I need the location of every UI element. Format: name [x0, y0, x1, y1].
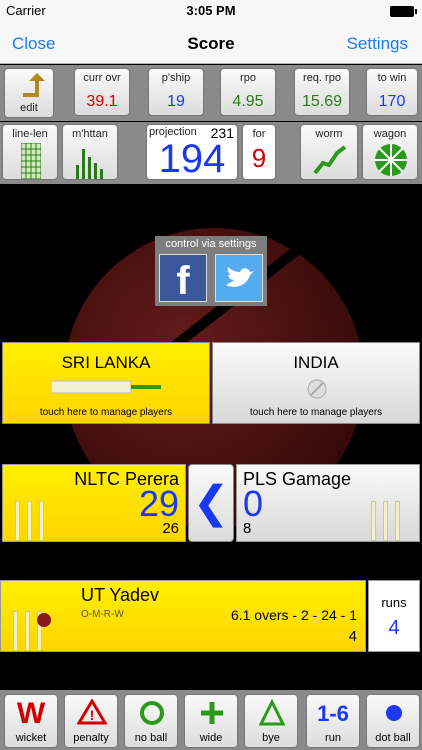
warning-icon: ! — [77, 699, 107, 725]
manhattan-label: m'httan — [72, 128, 108, 140]
circle-icon — [140, 701, 164, 725]
projection-tile[interactable]: projection 231 194 — [146, 124, 238, 181]
striker-panel[interactable]: NLTC Perera 29 26 — [2, 464, 186, 542]
current-over-tile[interactable]: curr ovr 39.1 — [74, 68, 130, 116]
runs-label: runs — [381, 595, 407, 610]
for-tile[interactable]: for 9 — [242, 124, 276, 180]
bye-button[interactable]: bye — [244, 694, 298, 748]
bar-chart-icon — [76, 149, 103, 179]
line-length-label: line-len — [12, 128, 48, 140]
wagon-wheel-icon — [375, 144, 407, 176]
wagon-button[interactable]: wagon — [362, 124, 418, 180]
battery-icon — [390, 6, 417, 17]
navigation-bar: Close Score Settings — [0, 22, 422, 64]
no-ball-label: no ball — [134, 732, 168, 744]
facebook-icon[interactable]: f — [159, 254, 207, 303]
line-length-button[interactable]: line-len — [2, 124, 58, 180]
stumps-icon — [369, 499, 409, 541]
stumps-icon — [13, 499, 53, 541]
bowler-figures: 6.1 overs - 2 - 24 - 1 — [230, 607, 357, 623]
triangle-icon — [258, 699, 286, 726]
rpo-value: 4.95 — [232, 93, 264, 110]
to-win-label: to win — [377, 72, 407, 84]
team2-panel[interactable]: INDIA touch here to manage players — [212, 342, 420, 424]
worm-button[interactable]: worm — [300, 124, 358, 180]
ball-icon — [37, 613, 51, 627]
settings-button[interactable]: Settings — [347, 34, 408, 54]
penalty-button[interactable]: ! penalty — [64, 694, 118, 748]
required-rpo-label: req. rpo — [303, 72, 341, 84]
for-label: for — [252, 128, 266, 140]
run-label: run — [325, 732, 341, 744]
runs-value: 4 — [388, 617, 400, 639]
worm-label: worm — [315, 128, 343, 140]
rpo-tile[interactable]: rpo 4.95 — [220, 68, 276, 116]
edit-label: edit — [20, 102, 38, 114]
team1-hint: touch here to manage players — [39, 407, 173, 418]
wide-button[interactable]: wide — [184, 694, 238, 748]
rpo-label: rpo — [240, 72, 256, 84]
dot-ball-label: dot ball — [375, 732, 411, 744]
chevron-left-icon: ❮ — [192, 478, 230, 527]
partnership-label: p'ship — [161, 72, 191, 84]
grid-chart-icon — [21, 143, 41, 179]
bye-label: bye — [262, 732, 280, 744]
team2-name: INDIA — [293, 353, 339, 372]
bat-icon — [51, 380, 161, 394]
manhattan-button[interactable]: m'httan — [62, 124, 118, 180]
social-label: control via settings — [165, 238, 257, 250]
wicket-label: wicket — [15, 732, 47, 744]
non-striker-runs: 0 — [243, 483, 264, 524]
dot-ball-button[interactable]: dot ball — [366, 694, 420, 748]
wagon-label: wagon — [373, 128, 407, 140]
runs-tile[interactable]: runs 4 — [368, 580, 420, 652]
social-share-panel: control via settings f — [155, 236, 267, 306]
to-win-value: 170 — [378, 93, 406, 110]
undo-arrow-icon — [23, 73, 45, 97]
run-button[interactable]: 1-6 run — [306, 694, 360, 748]
status-bar: Carrier 3:05 PM — [0, 0, 422, 22]
non-striker-balls: 8 — [243, 520, 252, 537]
projection-value: 194 — [158, 137, 226, 181]
wide-label: wide — [199, 732, 223, 744]
twitter-icon[interactable] — [215, 254, 263, 302]
bowler-over-runs: 4 — [348, 628, 357, 645]
line-chart-icon — [313, 145, 347, 175]
dot-icon — [386, 705, 402, 721]
required-rpo-tile[interactable]: req. rpo 15.69 — [294, 68, 350, 116]
plus-icon — [201, 702, 223, 724]
bowler-name: UT Yadev — [81, 585, 160, 605]
partnership-value: 19 — [167, 93, 185, 110]
partnership-tile[interactable]: p'ship 19 — [148, 68, 204, 116]
non-striker-panel[interactable]: PLS Gamage 0 8 — [236, 464, 420, 542]
bowler-omrw-label: O-M-R-W — [81, 609, 124, 620]
team2-hint: touch here to manage players — [249, 407, 383, 418]
wicket-icon: W — [16, 697, 46, 730]
status-time: 3:05 PM — [186, 3, 236, 18]
svg-text:!: ! — [90, 707, 95, 723]
run-icon: 1-6 — [317, 701, 349, 726]
stats-toolbar — [0, 65, 422, 121]
team1-name: SRI LANKA — [61, 353, 151, 372]
striker-balls: 26 — [162, 520, 179, 537]
ball-icon — [307, 379, 327, 399]
bowler-panel[interactable]: UT Yadev O-M-R-W 6.1 overs - 2 - 24 - 1 … — [0, 580, 366, 652]
edit-button[interactable]: edit — [4, 68, 54, 118]
current-over-label: curr ovr — [83, 72, 121, 84]
striker-runs: 29 — [138, 483, 179, 524]
for-value: 9 — [251, 143, 267, 173]
to-win-tile[interactable]: to win 170 — [366, 68, 418, 116]
switch-striker-button[interactable]: ❮ — [188, 464, 234, 542]
team1-panel[interactable]: SRI LANKA touch here to manage players — [2, 342, 210, 424]
penalty-label: penalty — [73, 732, 109, 744]
current-over-value: 39.1 — [86, 93, 118, 110]
wicket-button[interactable]: W wicket — [4, 694, 58, 748]
required-rpo-value: 15.69 — [301, 93, 343, 110]
no-ball-button[interactable]: no ball — [124, 694, 178, 748]
